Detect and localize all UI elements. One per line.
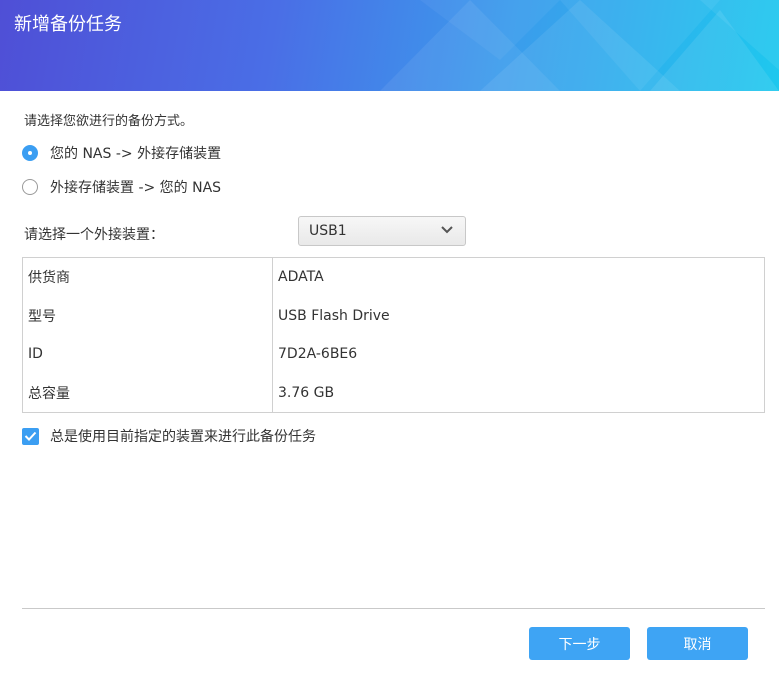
dialog-title: 新增备份任务 xyxy=(14,14,122,35)
checkmark-icon xyxy=(24,431,37,441)
table-row: 型号 USB Flash Drive xyxy=(22,296,765,335)
backup-method-prompt: 请选择您欲进行的备份方式。 xyxy=(24,114,194,129)
cancel-button[interactable]: 取消 xyxy=(647,627,748,660)
table-row: 总容量 3.76 GB xyxy=(22,373,765,413)
chevron-down-icon xyxy=(441,226,453,234)
row-key: 型号 xyxy=(22,296,273,335)
row-key: 供货商 xyxy=(22,257,273,297)
row-key: ID xyxy=(22,334,273,374)
footer-divider xyxy=(22,608,765,609)
row-value: 3.76 GB xyxy=(278,384,335,401)
row-value: ADATA xyxy=(278,269,324,286)
device-select-value: USB1 xyxy=(309,223,347,239)
row-value: 7D2A-6BE6 xyxy=(278,346,358,363)
radio-label: 您的 NAS -> 外接存储装置 xyxy=(50,146,222,162)
radio-button-unchecked[interactable] xyxy=(22,179,38,195)
radio-external-to-nas[interactable]: 外接存储装置 -> 您的 NAS xyxy=(22,177,221,197)
dialog-header: 新增备份任务 xyxy=(0,0,779,91)
radio-label: 外接存储装置 -> 您的 NAS xyxy=(50,180,222,196)
checkbox-checked[interactable] xyxy=(22,427,39,445)
always-use-device-checkbox[interactable]: 总是使用目前指定的装置来进行此备份任务 xyxy=(22,426,316,446)
radio-button-checked[interactable] xyxy=(22,145,38,161)
radio-nas-to-external[interactable]: 您的 NAS -> 外接存储装置 xyxy=(22,143,221,163)
table-row: 供货商 ADATA xyxy=(22,257,765,297)
device-select[interactable]: USB1 xyxy=(298,216,466,246)
device-info-table: 供货商 ADATA 型号 USB Flash Drive ID 7D2A-6BE… xyxy=(22,257,765,413)
table-row: ID 7D2A-6BE6 xyxy=(22,334,765,374)
next-button[interactable]: 下一步 xyxy=(529,627,630,660)
device-select-label: 请选择一个外接装置： xyxy=(24,227,164,243)
checkbox-label: 总是使用目前指定的装置来进行此备份任务 xyxy=(50,429,316,445)
row-key: 总容量 xyxy=(22,373,273,413)
row-value: USB Flash Drive xyxy=(278,307,390,324)
